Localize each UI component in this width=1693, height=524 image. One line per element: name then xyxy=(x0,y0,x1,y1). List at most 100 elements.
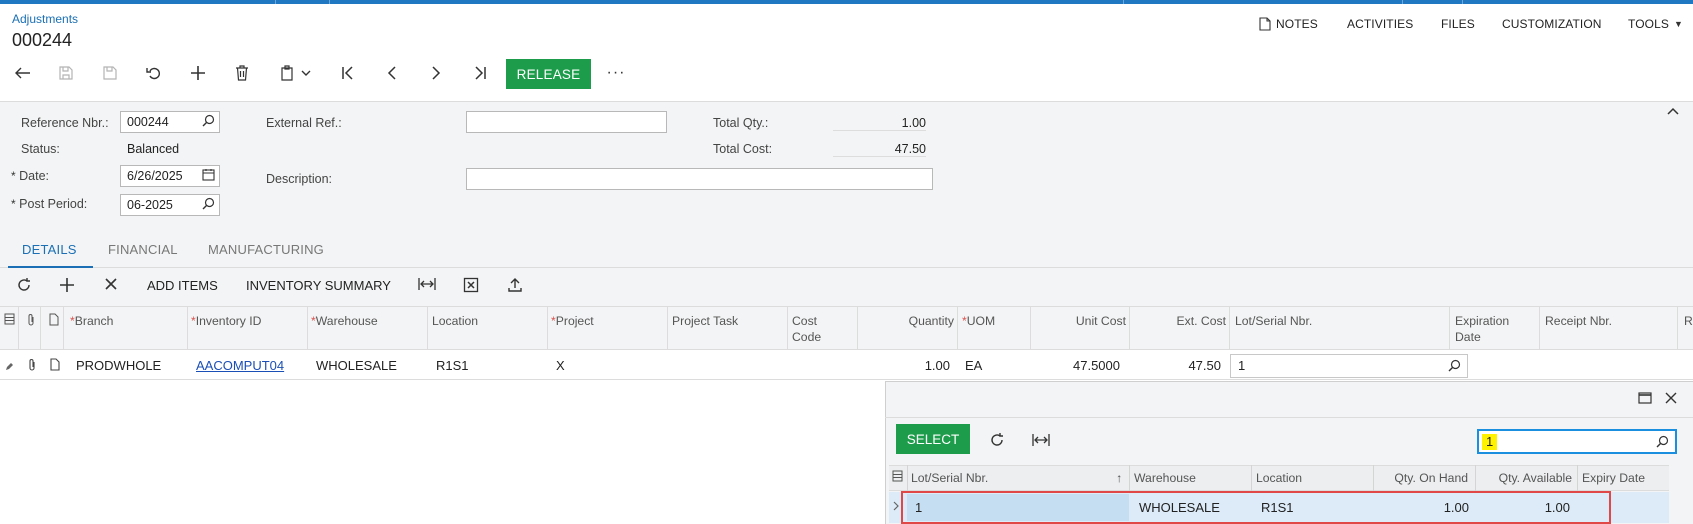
external-ref-field[interactable] xyxy=(466,111,667,133)
col-branch[interactable]: *Branch xyxy=(70,313,113,329)
more-actions-button[interactable]: ··· xyxy=(603,60,629,86)
lookup-col-warehouse[interactable]: Warehouse xyxy=(1134,471,1196,485)
add-items-button[interactable]: ADD ITEMS xyxy=(147,278,218,293)
notes-button[interactable]: NOTES xyxy=(1259,17,1318,31)
search-icon[interactable] xyxy=(202,114,215,130)
col-ext-cost[interactable]: Ext. Cost xyxy=(1132,313,1226,329)
column-divider xyxy=(1677,306,1678,350)
lookup-col-expiry-date[interactable]: Expiry Date xyxy=(1582,471,1645,485)
col-expiration-date[interactable]: Expiration Date xyxy=(1455,313,1509,345)
activities-button[interactable]: ACTIVITIES xyxy=(1347,17,1413,31)
first-record-button[interactable] xyxy=(335,60,361,86)
save-button[interactable] xyxy=(97,60,123,86)
description-field[interactable] xyxy=(466,168,933,190)
search-icon[interactable] xyxy=(1656,435,1669,451)
cell-warehouse[interactable]: WHOLESALE xyxy=(316,358,397,373)
customization-label: CUSTOMIZATION xyxy=(1502,17,1602,31)
status-value: Balanced xyxy=(127,142,180,156)
tab-details[interactable]: DETAILS xyxy=(22,242,77,257)
add-row-button[interactable] xyxy=(59,277,75,298)
chevron-right-icon xyxy=(432,66,441,80)
column-divider xyxy=(427,306,428,350)
tab-financial[interactable]: FINANCIAL xyxy=(108,242,178,257)
tab-manufacturing[interactable]: MANUFACTURING xyxy=(208,242,324,257)
reference-nbr-label: Reference Nbr.: xyxy=(21,116,109,130)
note-icon[interactable] xyxy=(50,358,60,374)
select-button[interactable]: SELECT xyxy=(896,424,970,454)
maximize-icon[interactable] xyxy=(1638,392,1652,407)
column-divider xyxy=(1129,465,1130,491)
column-divider xyxy=(18,306,19,350)
lookup-col-qty-available[interactable]: Qty. Available xyxy=(1477,471,1572,485)
cell-ext-cost[interactable]: 47.50 xyxy=(1130,358,1221,373)
attachment-icon[interactable] xyxy=(27,358,37,374)
cell-project[interactable]: X xyxy=(556,358,565,373)
save-close-button[interactable] xyxy=(53,60,79,86)
col-unit-cost[interactable]: Unit Cost xyxy=(1032,313,1126,329)
col-cost-code[interactable]: Cost Code xyxy=(792,313,821,345)
customization-button[interactable]: CUSTOMIZATION xyxy=(1502,17,1602,31)
lot-serial-input[interactable]: 1 xyxy=(1230,354,1468,378)
col-warehouse[interactable]: *Warehouse xyxy=(311,313,378,329)
collapse-chevron-icon[interactable] xyxy=(1667,104,1679,119)
cell-uom[interactable]: EA xyxy=(965,358,982,373)
required-mark: * xyxy=(11,169,16,183)
date-value: 6/26/2025 xyxy=(127,169,183,183)
column-divider xyxy=(1129,306,1130,350)
cell-inventory-id[interactable]: AACOMPUT04 xyxy=(196,358,284,373)
post-period-field[interactable]: 06-2025 xyxy=(120,194,220,216)
refresh-button[interactable] xyxy=(16,277,32,298)
lookup-search-input[interactable]: 1 xyxy=(1477,429,1677,454)
inventory-summary-button[interactable]: INVENTORY SUMMARY xyxy=(246,278,391,293)
document-icon xyxy=(1259,17,1271,31)
lookup-col-location[interactable]: Location xyxy=(1256,471,1302,485)
date-field[interactable]: 6/26/2025 xyxy=(120,165,220,187)
col-uom[interactable]: *UOM xyxy=(962,313,995,329)
last-record-button[interactable] xyxy=(467,60,493,86)
tools-button[interactable]: TOOLS ▼ xyxy=(1628,17,1683,31)
notes-column-icon xyxy=(49,313,59,329)
lookup-col-qty-on-hand[interactable]: Qty. On Hand xyxy=(1376,471,1468,485)
export-excel-button[interactable] xyxy=(463,277,479,298)
lookup-col-lot-serial[interactable]: Lot/Serial Nbr. xyxy=(911,471,988,485)
column-settings-icon[interactable] xyxy=(4,313,15,328)
col-truncated[interactable]: R xyxy=(1684,313,1693,329)
column-divider xyxy=(787,306,788,350)
cell-quantity[interactable]: 1.00 xyxy=(858,358,950,373)
refresh-icon[interactable] xyxy=(989,432,1005,451)
search-icon[interactable] xyxy=(202,197,215,213)
cell-branch[interactable]: PRODWHOLE xyxy=(76,358,161,373)
total-qty-value: 1.00 xyxy=(833,116,926,131)
copy-paste-button[interactable] xyxy=(273,60,317,86)
search-icon[interactable] xyxy=(1448,359,1461,375)
next-record-button[interactable] xyxy=(423,60,449,86)
notes-label: NOTES xyxy=(1276,17,1318,31)
previous-record-button[interactable] xyxy=(379,60,405,86)
cancel-button[interactable] xyxy=(141,60,167,86)
fit-columns-button[interactable] xyxy=(418,277,436,296)
calendar-icon[interactable] xyxy=(202,168,215,184)
cell-location[interactable]: R1S1 xyxy=(436,358,469,373)
col-receipt-nbr[interactable]: Receipt Nbr. xyxy=(1545,313,1612,329)
add-button[interactable] xyxy=(185,60,211,86)
back-button[interactable] xyxy=(10,60,36,86)
col-quantity[interactable]: Quantity xyxy=(858,313,954,329)
files-button[interactable]: FILES xyxy=(1441,17,1475,31)
fit-width-icon[interactable] xyxy=(1032,433,1050,450)
delete-button[interactable] xyxy=(229,60,255,86)
upload-button[interactable] xyxy=(507,277,523,298)
delete-row-button[interactable] xyxy=(104,277,118,296)
release-button[interactable]: RELEASE xyxy=(506,59,591,89)
col-project[interactable]: *Project xyxy=(551,313,594,329)
col-inventory-id[interactable]: *Inventory ID xyxy=(191,313,261,329)
cell-unit-cost[interactable]: 47.5000 xyxy=(1030,358,1120,373)
col-project-task[interactable]: Project Task xyxy=(672,313,738,329)
column-settings-icon[interactable] xyxy=(892,470,903,485)
col-location[interactable]: Location xyxy=(432,313,478,329)
reference-nbr-field[interactable]: 000244 xyxy=(120,111,220,133)
column-divider xyxy=(547,306,548,350)
close-icon[interactable] xyxy=(1665,392,1677,407)
inventory-id-link[interactable]: AACOMPUT04 xyxy=(196,358,284,373)
breadcrumb[interactable]: Adjustments xyxy=(12,12,78,26)
col-lot-serial[interactable]: Lot/Serial Nbr. xyxy=(1235,313,1312,329)
